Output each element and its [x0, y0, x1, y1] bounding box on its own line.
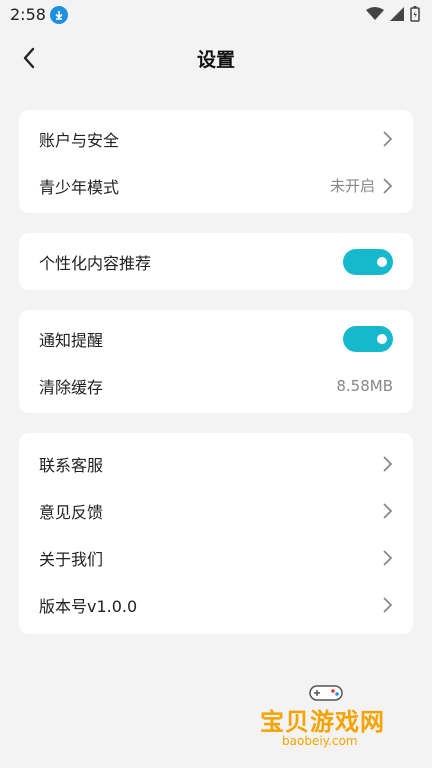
feedback-item[interactable]: 意见反馈 [19, 487, 413, 534]
notification-toggle[interactable] [343, 325, 393, 352]
account-section: 账户与安全 青少年模式 未开启 [19, 110, 413, 213]
cache-size: 8.58MB [336, 376, 393, 395]
account-security-item[interactable]: 账户与安全 [19, 115, 413, 162]
header: 设置 [0, 30, 432, 86]
personalized-recommend-item: 个性化内容推荐 [19, 238, 413, 285]
customer-service-item[interactable]: 联系客服 [19, 440, 413, 487]
chevron-right-icon [383, 596, 393, 613]
status-bar: 2:58 [0, 0, 432, 30]
battery-icon [410, 6, 420, 22]
gamepad-icon [309, 685, 343, 701]
row-label: 联系客服 [39, 455, 104, 475]
wifi-icon [366, 7, 384, 20]
row-label: 账户与安全 [39, 130, 120, 150]
youth-mode-item[interactable]: 青少年模式 未开启 [19, 162, 413, 209]
row-label: 版本号v1.0.0 [39, 596, 138, 616]
row-label: 通知提醒 [39, 330, 104, 350]
chevron-right-icon [383, 502, 393, 519]
status-time: 2:58 [10, 5, 46, 24]
notification-item: 通知提醒 [19, 315, 413, 362]
row-label: 个性化内容推荐 [39, 253, 152, 273]
recommend-section: 个性化内容推荐 [19, 233, 413, 290]
personalized-recommend-toggle[interactable] [343, 248, 393, 275]
row-label: 清除缓存 [39, 377, 104, 397]
toggle-knob [377, 256, 387, 267]
signal-icon [390, 7, 404, 21]
back-arrow-icon [23, 47, 35, 69]
row-label: 意见反馈 [39, 502, 104, 522]
version-item[interactable]: 版本号v1.0.0 [19, 581, 413, 628]
download-icon [50, 6, 68, 24]
row-label: 青少年模式 [39, 177, 120, 197]
toggle-knob [377, 333, 387, 344]
chevron-right-icon [383, 130, 393, 147]
watermark-url: baobeiy.com [282, 734, 358, 748]
system-icons [366, 6, 420, 22]
about-section: 联系客服 意见反馈 关于我们 版本号v1.0.0 [19, 433, 413, 634]
watermark: 宝贝游戏网 baobeiy.com [250, 680, 410, 760]
page-title: 设置 [196, 48, 235, 71]
row-label: 关于我们 [39, 549, 104, 569]
notification-section: 通知提醒 清除缓存 8.58MB [19, 310, 413, 413]
chevron-right-icon [383, 549, 393, 566]
youth-mode-status: 未开启 [329, 177, 375, 195]
about-us-item[interactable]: 关于我们 [19, 534, 413, 581]
chevron-right-icon [383, 177, 393, 194]
clear-cache-item[interactable]: 清除缓存 8.58MB [19, 362, 413, 409]
chevron-right-icon [383, 455, 393, 472]
back-button[interactable] [16, 44, 42, 72]
watermark-text: 宝贝游戏网 [260, 708, 385, 736]
